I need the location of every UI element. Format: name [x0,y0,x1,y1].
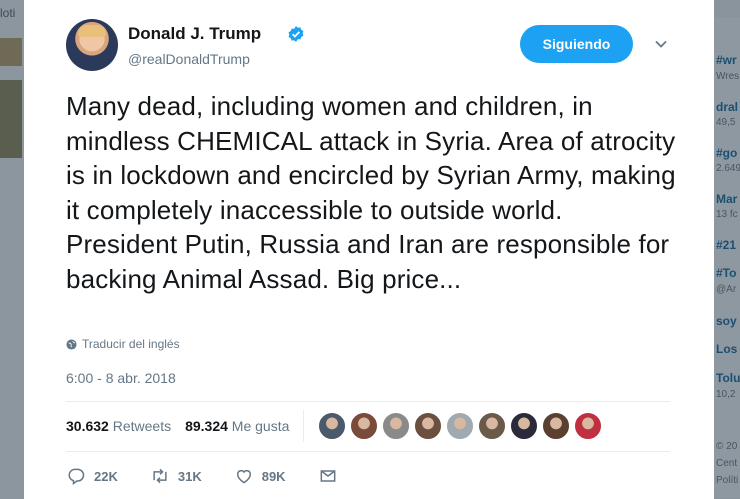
translate-link[interactable]: Traducir del inglés [66,337,180,351]
background-thumbnail [0,80,22,158]
trend-sub: @Ar [716,284,737,295]
liker-avatar[interactable] [478,412,507,440]
avatar[interactable] [66,19,118,71]
like-action[interactable]: 89K [234,466,286,486]
reply-icon [68,468,85,485]
divider [66,401,670,402]
background-trends-column: #wr Wres dral 49,5 #go 2.649 Mar 13 fc #… [714,0,740,499]
translate-label[interactable]: Traducir del inglés [82,337,180,351]
tweet-card: Donald J. Trump @realDonaldTrump Siguien… [24,0,714,499]
trend-tag: Mar [716,192,738,206]
likes-stat[interactable]: 89.324 Me gusta [185,418,289,434]
background-left-column: loti [0,0,24,499]
verified-badge-icon [288,26,304,42]
footer-text: © 20 [716,441,738,452]
liker-avatar[interactable] [446,412,475,440]
footer-text: Políti [716,475,739,486]
likers-avatars [318,412,603,440]
trend-tag: #go [716,146,738,160]
trends-panel [714,18,740,498]
liker-avatar[interactable] [574,412,603,440]
background-thumbnail [0,38,22,66]
trend-tag: #21 [716,238,737,252]
likes-count: 89.324 [185,418,228,434]
trend-tag: Los [716,342,738,356]
stats-separator [303,410,305,442]
trend-sub: 49,5 [716,117,736,128]
tweet-timestamp[interactable]: 6:00 - 8 abr. 2018 [66,370,176,386]
reply-count: 22K [94,468,118,484]
retweet-count: 31K [177,468,202,484]
liker-avatar[interactable] [318,412,347,440]
retweets-count: 30.632 [66,418,109,434]
retweet-icon [153,468,167,484]
trend-tag: #wr [716,53,737,67]
retweet-action[interactable]: 31K [150,466,202,486]
reply-action[interactable]: 22K [66,466,118,486]
background-left-label: loti [0,6,16,20]
liker-avatar[interactable] [510,412,539,440]
trend-sub: 10,2 [716,389,736,400]
tweet-actions: 22K 31K 89K [66,466,370,486]
avatar-hair [78,25,106,37]
direct-message-action[interactable] [318,466,338,486]
trend-sub: 2.649 [716,163,740,174]
heart-icon [236,469,251,484]
liker-avatar[interactable] [414,412,443,440]
footer-text: Cent [716,458,738,469]
retweets-label: Retweets [112,418,172,434]
tweet-text: Many dead, including women and children,… [66,91,676,294]
trend-tag: soy [716,314,737,328]
liker-avatar[interactable] [350,412,379,440]
like-count: 89K [261,468,286,484]
direct-message-icon [320,470,335,482]
trend-tag: #To [716,266,737,280]
liker-avatar[interactable] [382,412,411,440]
chevron-down-icon[interactable] [654,37,668,51]
tweet-stats: 30.632 Retweets 89.324 Me gusta [66,410,603,442]
trend-sub: Wres [716,71,740,82]
author-handle[interactable]: @realDonaldTrump [128,51,250,67]
trend-sub: 13 fc [716,209,738,220]
retweets-stat[interactable]: 30.632 Retweets [66,418,171,434]
following-button[interactable]: Siguiendo [520,25,633,63]
likes-label: Me gusta [231,418,290,434]
globe-icon [66,338,77,350]
author-name[interactable]: Donald J. Trump [128,24,261,44]
trend-tag: dral [716,100,739,114]
liker-avatar[interactable] [542,412,571,440]
trend-tag: Tolu [716,371,740,385]
divider [66,451,670,452]
